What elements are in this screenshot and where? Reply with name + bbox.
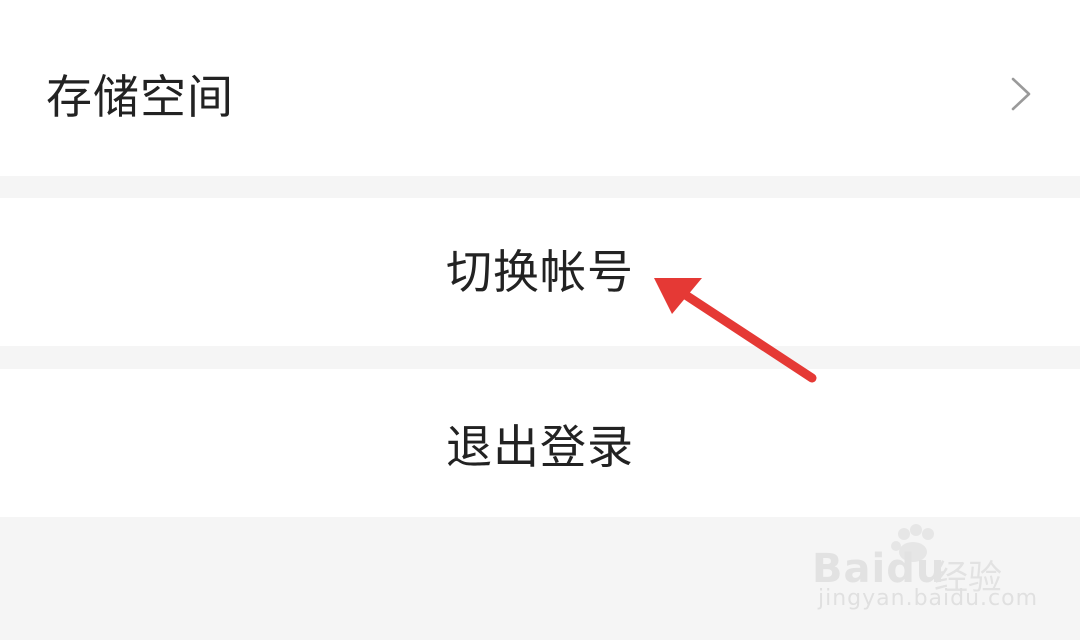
logout-button[interactable]: 退出登录 [0,424,1080,470]
switch-account-button[interactable]: 切换帐号 [0,249,1080,295]
storage-label: 存储空间 [46,70,234,124]
baidu-jingyan-watermark: Baidu 经验 jingyan.baidu.com [812,522,1037,622]
red-arrow-annotation [654,278,817,383]
chevron-right-icon [1011,77,1031,111]
watermark-url: jingyan.baidu.com [818,586,1039,611]
